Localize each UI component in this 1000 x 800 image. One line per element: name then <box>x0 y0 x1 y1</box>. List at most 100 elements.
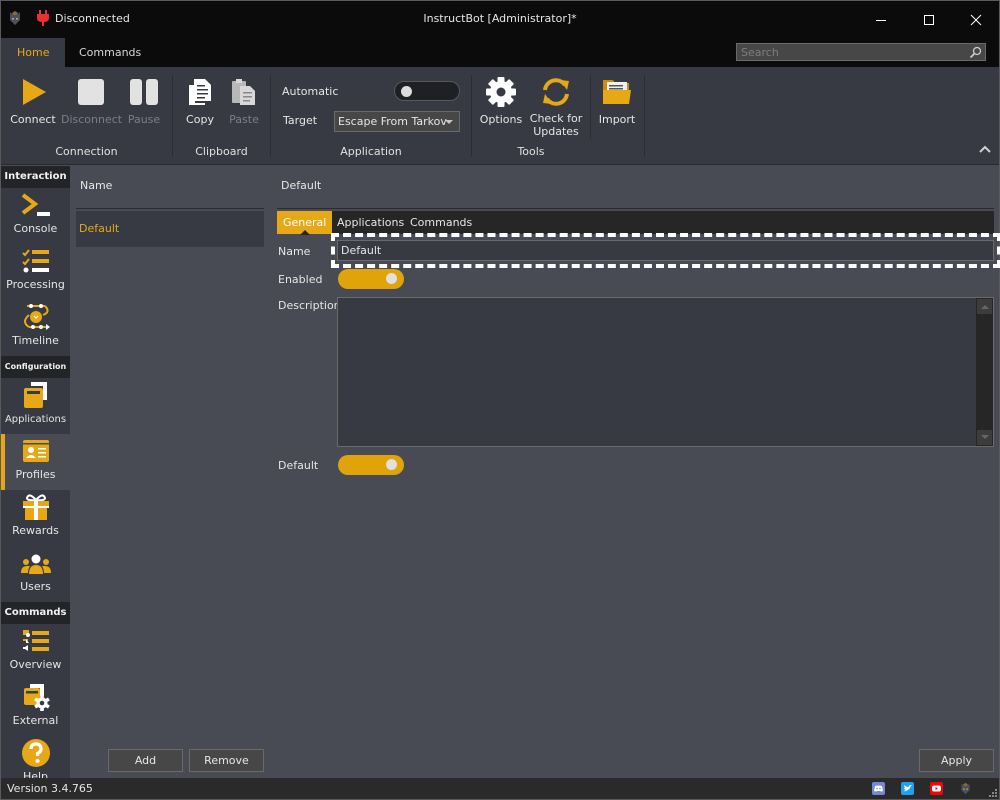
tab-commands[interactable]: Commands <box>404 211 478 234</box>
profile-detail-panel: Default General Applications Commands Na… <box>271 166 1000 778</box>
sidebar-item-external[interactable]: External <box>1 680 70 736</box>
detail-tabs: General Applications Commands <box>277 211 994 235</box>
default-toggle[interactable] <box>338 455 404 475</box>
minimize-icon <box>876 19 886 21</box>
ribbon-separator <box>644 75 645 157</box>
remove-button[interactable]: Remove <box>189 749 264 772</box>
app-logo-icon[interactable] <box>959 782 972 795</box>
sidebar-item-rewards[interactable]: Rewards <box>1 490 70 546</box>
tab-applications[interactable]: Applications <box>331 211 410 234</box>
apply-button[interactable]: Apply <box>919 749 994 772</box>
resize-grip-icon[interactable] <box>989 789 997 797</box>
close-button[interactable] <box>953 1 999 38</box>
name-field <box>337 240 994 261</box>
enabled-label: Enabled <box>278 273 323 286</box>
copy-icon <box>189 79 211 105</box>
console-icon <box>21 193 50 216</box>
sidebar-item-overview[interactable]: Overview <box>1 624 70 680</box>
description-label: Description <box>278 299 341 312</box>
profiles-list-panel: Name Default Add Remove <box>70 166 271 778</box>
divider <box>76 208 264 209</box>
sidebar-item-label: Processing <box>6 278 65 291</box>
maximize-icon <box>924 14 934 25</box>
group-label-application: Application <box>340 145 402 158</box>
paste-icon <box>232 79 255 105</box>
options-button[interactable]: Options <box>479 75 523 126</box>
tab-home[interactable]: Home <box>1 38 66 67</box>
scroll-down-button[interactable] <box>977 430 992 445</box>
paste-label: Paste <box>229 113 259 126</box>
check-for-updates-button[interactable]: Check for Updates <box>528 75 584 138</box>
maximize-button[interactable] <box>906 1 952 38</box>
version-label: Version 3.4.765 <box>7 782 93 795</box>
applications-icon <box>23 382 47 408</box>
sidebar-item-console[interactable]: Console <box>1 188 70 244</box>
sidebar-item-label: External <box>12 714 59 727</box>
check-for-updates-label-line1: Check for <box>529 112 583 125</box>
search-input[interactable] <box>737 44 985 60</box>
add-button[interactable]: Add <box>108 749 183 772</box>
description-scrollbar[interactable] <box>976 298 993 446</box>
app-window: Disconnected InstructBot [Administrator]… <box>0 0 1000 800</box>
tab-commands[interactable]: Commands <box>63 38 157 67</box>
pause-icon <box>130 79 158 105</box>
import-button[interactable]: Import <box>595 75 639 126</box>
list-column-header-name[interactable]: Name <box>80 179 112 192</box>
profile-card-icon <box>22 440 49 462</box>
target-label: Target <box>283 114 318 127</box>
disconnect-label: Disconnect <box>61 113 123 126</box>
target-value: Escape From Tarkov <box>338 115 447 128</box>
sidebar-item-label: Profiles <box>15 468 56 481</box>
paste-button[interactable]: Paste <box>225 75 263 126</box>
refresh-icon <box>543 78 569 106</box>
sidebar-item-timeline[interactable]: Timeline <box>1 300 70 356</box>
description-textarea[interactable] <box>338 298 976 446</box>
group-label-connection: Connection <box>55 145 118 158</box>
help-icon <box>21 739 50 767</box>
detail-title: Default <box>281 179 322 192</box>
search-box <box>736 43 986 61</box>
chevron-up-icon[interactable] <box>979 145 991 153</box>
ribbon: Connect Disconnect Pause Connection Copy… <box>1 67 999 165</box>
toggle-knob <box>386 273 397 284</box>
connect-button[interactable]: Connect <box>9 75 57 126</box>
enabled-toggle[interactable] <box>338 269 404 289</box>
options-label: Options <box>479 113 523 126</box>
copy-button[interactable]: Copy <box>181 75 219 126</box>
automatic-toggle[interactable] <box>394 81 460 101</box>
copy-label: Copy <box>186 113 214 126</box>
sidebar-item-label: Applications <box>4 414 67 425</box>
window-title: InstructBot [Administrator]* <box>423 12 577 25</box>
sidebar-item-label: Overview <box>9 658 62 671</box>
sidebar-section-commands: Commands <box>1 602 70 624</box>
tab-general[interactable]: General <box>277 211 333 235</box>
import-label: Import <box>598 113 636 126</box>
search-icon[interactable] <box>969 46 982 59</box>
list-item[interactable]: Default <box>76 211 264 247</box>
ribbon-group-clipboard: Copy Paste Clipboard <box>173 67 270 165</box>
disconnect-button[interactable]: Disconnect <box>61 75 123 126</box>
sidebar-item-processing[interactable]: Processing <box>1 244 70 300</box>
youtube-link[interactable] <box>930 782 943 795</box>
pause-label: Pause <box>127 113 161 126</box>
sidebar-item-label: Rewards <box>12 524 59 537</box>
sidebar-item-users[interactable]: Users <box>1 546 70 602</box>
arrow-down-icon <box>980 435 989 439</box>
sidebar-section-configuration: Configuration <box>1 356 70 378</box>
checklist-icon <box>21 249 49 273</box>
sidebar-item-help[interactable]: Help <box>1 736 70 778</box>
name-input[interactable] <box>338 241 993 260</box>
twitter-link[interactable] <box>901 782 914 795</box>
close-icon <box>970 14 982 25</box>
minimize-button[interactable] <box>858 1 904 38</box>
automatic-label: Automatic <box>282 85 339 98</box>
discord-link[interactable] <box>872 782 885 795</box>
scroll-up-button[interactable] <box>977 299 992 314</box>
target-select[interactable]: Escape From Tarkov <box>334 111 460 132</box>
youtube-icon <box>932 785 941 792</box>
sidebar-item-profiles[interactable]: Profiles <box>1 434 70 490</box>
gear-icon <box>486 77 516 107</box>
pause-button[interactable]: Pause <box>123 75 165 126</box>
sidebar-section-interaction: Interaction <box>1 166 70 188</box>
sidebar-item-applications[interactable]: Applications <box>1 378 70 434</box>
